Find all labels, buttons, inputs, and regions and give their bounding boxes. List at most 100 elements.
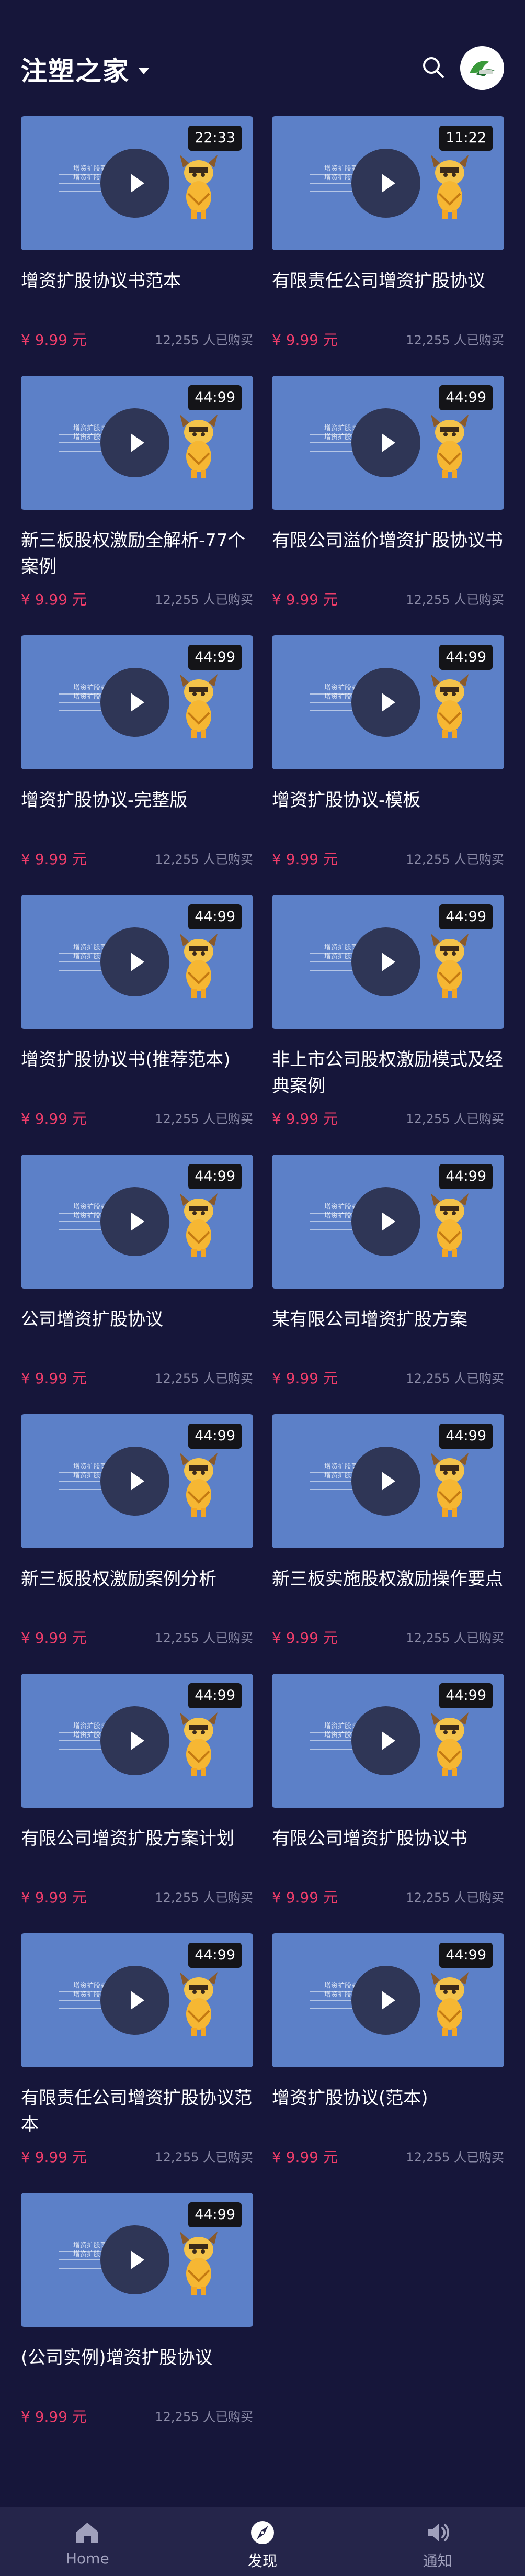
play-icon <box>131 2250 144 2269</box>
video-title[interactable]: 公司增资扩股协议 <box>21 1306 253 1332</box>
video-thumbnail[interactable]: 增资扩股高质量扩股了 增资扩股案例注意事项等细节 44:99 <box>272 1933 504 2067</box>
compass-icon <box>248 2518 277 2547</box>
video-thumbnail[interactable]: 增资扩股高质量扩股了 增资扩股案例注意事项等细节 44:99 <box>21 1155 253 1289</box>
video-thumbnail[interactable]: 增资扩股高质量扩股了 增资扩股案例注意事项等细节 44:99 <box>21 376 253 510</box>
purchase-count: 12,255 人已购买 <box>406 2150 504 2165</box>
purchase-count: 12,255 人已购买 <box>155 2150 253 2165</box>
duration-badge: 44:99 <box>188 1164 242 1189</box>
video-thumbnail[interactable]: 增资扩股高质量扩股了 增资扩股案例注意事项等细节 44:99 <box>21 635 253 769</box>
video-card[interactable]: 增资扩股高质量扩股了 增资扩股案例注意事项等细节 11:22 有限责任公司增资扩… <box>272 116 504 376</box>
video-card[interactable]: 增资扩股高质量扩股了 增资扩股案例注意事项等细节 44:99 非上市公司股权激励… <box>272 895 504 1155</box>
video-card[interactable]: 增资扩股高质量扩股了 增资扩股案例注意事项等细节 44:99 公司增资扩股协议 <box>21 1155 253 1414</box>
video-title[interactable]: 有限公司溢价增资扩股协议书 <box>272 528 504 554</box>
video-title[interactable]: 新三板实施股权激励操作要点 <box>272 1566 504 1592</box>
video-title[interactable]: 增资扩股协议书范本 <box>21 268 253 294</box>
avatar[interactable] <box>460 46 504 90</box>
video-card[interactable]: 增资扩股高质量扩股了 增资扩股案例注意事项等细节 44:99 有限公司增资扩股方… <box>21 1674 253 1933</box>
play-icon <box>382 433 395 452</box>
video-card[interactable]: 增资扩股高质量扩股了 增资扩股案例注意事项等细节 44:99 增资扩股协议(范本… <box>272 1933 504 2193</box>
video-thumbnail[interactable]: 增资扩股高质量扩股了 增资扩股案例注意事项等细节 44:99 <box>272 1155 504 1289</box>
purchase-count: 12,255 人已购买 <box>406 1371 504 1386</box>
play-icon <box>131 1731 144 1750</box>
play-icon <box>382 1731 395 1750</box>
purchase-count: 12,255 人已购买 <box>155 1631 253 1645</box>
video-card[interactable]: 增资扩股高质量扩股了 增资扩股案例注意事项等细节 44:99 增资扩股协议书(推… <box>21 895 253 1155</box>
price-label: ¥ 9.99 元 <box>21 1110 87 1127</box>
play-icon <box>131 1212 144 1231</box>
play-button[interactable] <box>351 149 420 218</box>
video-thumbnail[interactable]: 增资扩股高质量扩股了 增资扩股案例注意事项等细节 44:99 <box>272 376 504 510</box>
play-button[interactable] <box>351 668 420 737</box>
video-card[interactable]: 增资扩股高质量扩股了 增资扩股案例注意事项等细节 44:99 新三板实施股权激励… <box>272 1414 504 1674</box>
price-label: ¥ 9.99 元 <box>21 1889 87 1906</box>
video-thumbnail[interactable]: 增资扩股高质量扩股了 增资扩股案例注意事项等细节 44:99 <box>272 1674 504 1808</box>
play-button[interactable] <box>100 2225 169 2294</box>
play-button[interactable] <box>351 1447 420 1516</box>
video-title[interactable]: 某有限公司增资扩股方案 <box>272 1306 504 1332</box>
video-card[interactable]: 增资扩股高质量扩股了 增资扩股案例注意事项等细节 44:99 新三板股权激励全解… <box>21 376 253 635</box>
video-title[interactable]: 有限公司增资扩股协议书 <box>272 1825 504 1852</box>
play-button[interactable] <box>351 408 420 477</box>
price-label: ¥ 9.99 元 <box>21 1370 87 1387</box>
video-thumbnail[interactable]: 增资扩股高质量扩股了 增资扩股案例注意事项等细节 22:33 <box>21 116 253 250</box>
nav-item-2[interactable]: 通知 <box>380 2507 495 2576</box>
purchase-count: 12,255 人已购买 <box>155 852 253 867</box>
play-button[interactable] <box>351 1187 420 1256</box>
play-button[interactable] <box>100 668 169 737</box>
play-button[interactable] <box>100 1187 169 1256</box>
play-button[interactable] <box>100 1966 169 2035</box>
video-thumbnail[interactable]: 增资扩股高质量扩股了 增资扩股案例注意事项等细节 44:99 <box>272 895 504 1029</box>
video-title[interactable]: 增资扩股协议书(推荐范本) <box>21 1047 253 1073</box>
play-button[interactable] <box>351 1706 420 1775</box>
video-title[interactable]: 非上市公司股权激励模式及经典案例 <box>272 1047 504 1099</box>
video-title[interactable]: 新三板股权激励案例分析 <box>21 1566 253 1592</box>
play-button[interactable] <box>351 1966 420 2035</box>
play-button[interactable] <box>100 149 169 218</box>
play-button[interactable] <box>100 408 169 477</box>
video-card[interactable]: 增资扩股高质量扩股了 增资扩股案例注意事项等细节 44:99 某有限公司增资扩股… <box>272 1155 504 1414</box>
video-card[interactable]: 增资扩股高质量扩股了 增资扩股案例注意事项等细节 44:99 有限责任公司增资扩… <box>21 1933 253 2193</box>
video-card[interactable]: 增资扩股高质量扩股了 增资扩股案例注意事项等细节 22:33 增资扩股协议书范本 <box>21 116 253 376</box>
video-card[interactable]: 增资扩股高质量扩股了 增资扩股案例注意事项等细节 44:99 增资扩股协议-模板 <box>272 635 504 895</box>
play-button[interactable] <box>100 927 169 996</box>
video-title[interactable]: 增资扩股协议-模板 <box>272 787 504 813</box>
video-card[interactable]: 增资扩股高质量扩股了 增资扩股案例注意事项等细节 44:99 新三板股权激励案例… <box>21 1414 253 1674</box>
nav-item-0[interactable]: Home <box>30 2507 145 2576</box>
video-card[interactable]: 增资扩股高质量扩股了 增资扩股案例注意事项等细节 44:99 有限公司溢价增资扩… <box>272 376 504 635</box>
video-thumbnail[interactable]: 增资扩股高质量扩股了 增资扩股案例注意事项等细节 11:22 <box>272 116 504 250</box>
video-title[interactable]: 增资扩股协议(范本) <box>272 2085 504 2111</box>
brand-title: 注塑之家 <box>21 56 130 86</box>
search-button[interactable] <box>421 55 446 80</box>
video-card[interactable]: 增资扩股高质量扩股了 增资扩股案例注意事项等细节 44:99 (公司实例)增资扩… <box>21 2193 253 2452</box>
mascot-icon <box>431 415 469 478</box>
price-label: ¥ 9.99 元 <box>272 1370 338 1387</box>
video-title[interactable]: 增资扩股协议-完整版 <box>21 787 253 813</box>
play-button[interactable] <box>100 1706 169 1775</box>
video-title[interactable]: 有限责任公司增资扩股协议 <box>272 268 504 294</box>
nav-item-1[interactable]: 发现 <box>205 2507 320 2576</box>
video-title[interactable]: 有限公司增资扩股方案计划 <box>21 1825 253 1852</box>
video-thumbnail[interactable]: 增资扩股高质量扩股了 增资扩股案例注意事项等细节 44:99 <box>272 635 504 769</box>
duration-badge: 44:99 <box>188 385 242 410</box>
video-thumbnail[interactable]: 增资扩股高质量扩股了 增资扩股案例注意事项等细节 44:99 <box>21 1414 253 1548</box>
mascot-icon <box>180 1193 218 1257</box>
video-thumbnail[interactable]: 增资扩股高质量扩股了 增资扩股案例注意事项等细节 44:99 <box>21 2193 253 2327</box>
video-title[interactable]: 新三板股权激励全解析-77个案例 <box>21 528 253 580</box>
play-button[interactable] <box>100 1447 169 1516</box>
video-title[interactable]: 有限责任公司增资扩股协议范本 <box>21 2085 253 2137</box>
video-thumbnail[interactable]: 增资扩股高质量扩股了 增资扩股案例注意事项等细节 44:99 <box>272 1414 504 1548</box>
duration-badge: 44:99 <box>188 1943 242 1968</box>
brand-switcher[interactable]: 注塑之家 <box>21 50 150 88</box>
video-card[interactable]: 增资扩股高质量扩股了 增资扩股案例注意事项等细节 44:99 有限公司增资扩股协… <box>272 1674 504 1933</box>
video-title[interactable]: (公司实例)增资扩股协议 <box>21 2345 253 2371</box>
video-thumbnail[interactable]: 增资扩股高质量扩股了 增资扩股案例注意事项等细节 44:99 <box>21 1674 253 1808</box>
duration-badge: 44:99 <box>439 1683 493 1708</box>
video-card[interactable]: 增资扩股高质量扩股了 增资扩股案例注意事项等细节 44:99 增资扩股协议-完整… <box>21 635 253 895</box>
video-thumbnail[interactable]: 增资扩股高质量扩股了 增资扩股案例注意事项等细节 44:99 <box>21 1933 253 2067</box>
purchase-count: 12,255 人已购买 <box>155 1890 253 1905</box>
purchase-count: 12,255 人已购买 <box>406 1112 504 1126</box>
video-thumbnail[interactable]: 增资扩股高质量扩股了 增资扩股案例注意事项等细节 44:99 <box>21 895 253 1029</box>
play-icon <box>382 1991 395 2010</box>
play-button[interactable] <box>351 927 420 996</box>
play-icon <box>131 953 144 971</box>
